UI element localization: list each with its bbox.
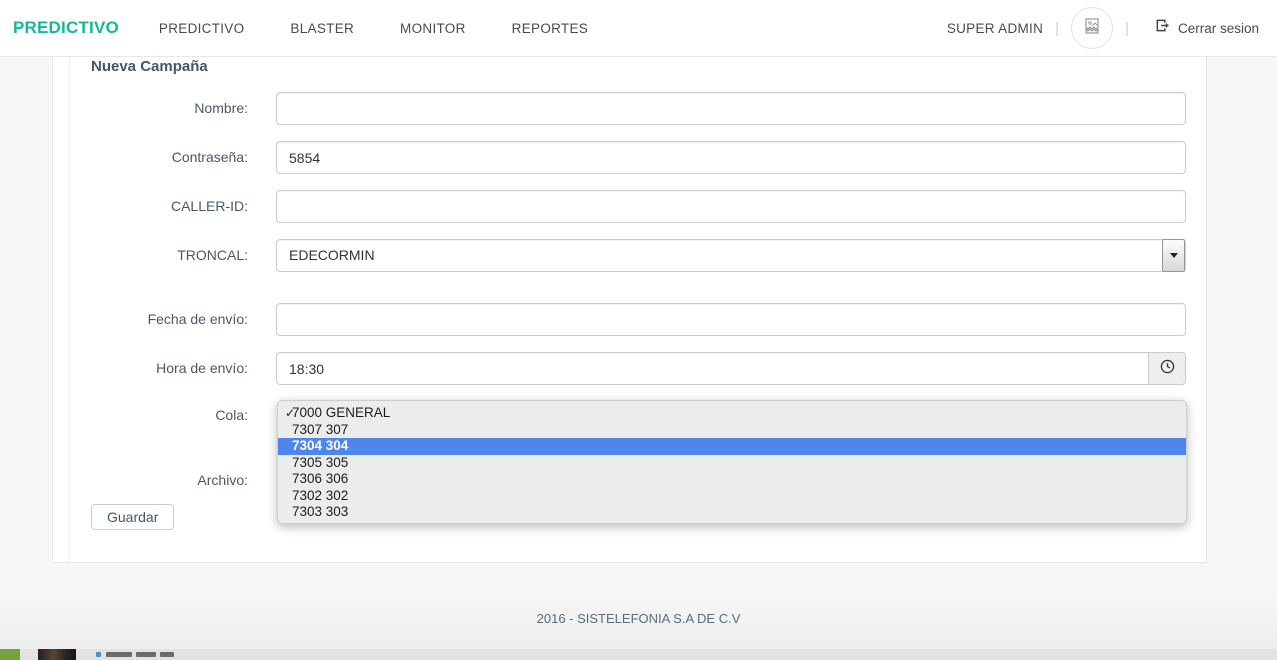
header-user-area: SUPER ADMIN | | Cerrar sesion <box>947 7 1259 49</box>
contrasena-input[interactable] <box>276 141 1186 174</box>
sliver-text-fragment <box>106 652 132 657</box>
nombre-input[interactable] <box>276 92 1186 125</box>
sliver-text-fragment <box>160 652 174 657</box>
cola-option[interactable]: 7305 305 <box>278 455 1186 472</box>
check-icon: ✓ <box>278 405 292 422</box>
archivo-label: Archivo: <box>53 464 248 497</box>
cola-option-highlighted[interactable]: 7304 304 <box>278 438 1186 455</box>
cola-option[interactable]: 7307 307 <box>278 422 1186 439</box>
nav-item-predictivo[interactable]: PREDICTIVO <box>159 21 245 36</box>
hora-envio-input[interactable] <box>276 352 1149 385</box>
sliver-green-block <box>0 649 20 660</box>
cola-options-popup: ✓ 7000 GENERAL 7307 307 7304 304 7305 30… <box>277 400 1187 524</box>
nav-item-monitor[interactable]: MONITOR <box>400 21 466 36</box>
separator: | <box>1055 20 1059 37</box>
caller-id-input[interactable] <box>276 190 1186 223</box>
contrasena-label: Contraseña: <box>53 141 248 174</box>
cola-option[interactable]: 7302 302 <box>278 488 1186 505</box>
nav-item-blaster[interactable]: BLASTER <box>290 21 354 36</box>
hora-envio-label: Hora de envío: <box>53 352 248 385</box>
cola-label: Cola: <box>53 399 248 432</box>
sliver-text-fragment <box>136 652 156 657</box>
nav-item-reportes[interactable]: REPORTES <box>512 21 588 36</box>
avatar <box>1071 7 1113 49</box>
sliver-text-fragment <box>96 652 101 657</box>
troncal-select[interactable]: EDECORMIN <box>276 239 1186 272</box>
brand-logo[interactable]: PREDICTIVO <box>13 18 119 38</box>
nombre-label: Nombre: <box>53 92 248 125</box>
time-picker-addon[interactable] <box>1149 352 1186 385</box>
troncal-selected-value: EDECORMIN <box>289 240 375 271</box>
user-name-label: SUPER ADMIN <box>947 21 1043 36</box>
logout-label: Cerrar sesion <box>1178 21 1259 36</box>
fecha-envio-input[interactable] <box>276 303 1186 336</box>
cola-option[interactable]: ✓ 7000 GENERAL <box>278 405 1186 422</box>
chevron-down-icon <box>1170 253 1178 258</box>
sliver-photo-fragment <box>38 649 76 660</box>
clock-icon <box>1160 359 1175 379</box>
logout-button[interactable]: Cerrar sesion <box>1155 18 1259 38</box>
caller-id-label: CALLER-ID: <box>53 190 248 223</box>
separator: | <box>1125 20 1129 37</box>
broken-image-icon <box>1082 16 1102 41</box>
main-nav: PREDICTIVO BLASTER MONITOR REPORTES <box>159 21 588 36</box>
cola-option[interactable]: 7303 303 <box>278 504 1186 521</box>
sign-out-icon <box>1155 18 1170 38</box>
save-button[interactable]: Guardar <box>91 504 174 530</box>
select-dropdown-button[interactable] <box>1162 239 1185 272</box>
new-campaign-panel: Nueva Campaña Nombre: Contraseña: CALLER… <box>52 57 1207 563</box>
footer-copyright: 2016 - SISTELEFONIA S.A DE C.V <box>0 611 1277 626</box>
troncal-label: TRONCAL: <box>53 239 248 272</box>
fecha-envio-label: Fecha de envío: <box>53 303 248 336</box>
top-navbar: PREDICTIVO PREDICTIVO BLASTER MONITOR RE… <box>0 0 1277 57</box>
background-window-sliver <box>0 649 1277 660</box>
page-body: Nueva Campaña Nombre: Contraseña: CALLER… <box>0 57 1277 660</box>
cola-option[interactable]: 7306 306 <box>278 471 1186 488</box>
page-title: Nueva Campaña <box>91 58 208 75</box>
